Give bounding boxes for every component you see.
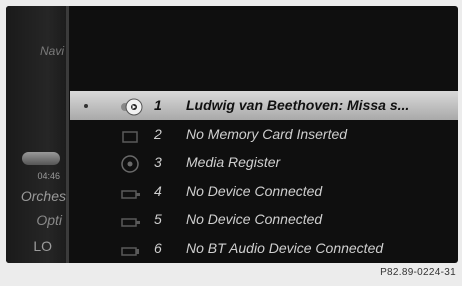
- media-source-number: 3: [154, 154, 162, 170]
- memory-card-icon: [120, 126, 140, 143]
- media-source-label: Media Register: [186, 154, 281, 170]
- sidebar-options-label[interactable]: Opti: [36, 212, 62, 228]
- media-source-number: 2: [154, 125, 162, 142]
- bluetooth-audio-icon: [120, 240, 140, 256]
- media-screen: Navi 04:46 Orches Opti LO 1 Ludwig van B…: [6, 6, 458, 263]
- media-source-label: No BT Audio Device Connected: [186, 239, 384, 256]
- sidebar-clock: 04:46: [37, 171, 60, 181]
- media-source-row-1[interactable]: 1 Ludwig van Beethoven: Missa s...: [70, 91, 458, 120]
- media-source-label: No Memory Card Inserted: [186, 125, 348, 142]
- media-source-row-6[interactable]: 6 No BT Audio Device Connected: [70, 234, 458, 263]
- media-source-label: No Device Connected: [186, 182, 323, 199]
- sidebar-navi-label[interactable]: Navi: [40, 44, 64, 58]
- sidebar-divider: [66, 6, 69, 263]
- media-register-icon: [120, 154, 140, 173]
- sidebar-orchestra-label[interactable]: Orches: [21, 188, 66, 204]
- usb-device-icon: [120, 183, 140, 199]
- media-source-row-3[interactable]: 3 Media Register: [70, 148, 458, 177]
- sidebar-indicator: [22, 152, 60, 165]
- figure-code: P82.89-0224-31: [380, 267, 456, 278]
- media-source-number: 1: [154, 97, 162, 113]
- media-source-row-5[interactable]: 5 No Device Connected: [70, 205, 458, 234]
- media-source-row-4[interactable]: 4 No Device Connected: [70, 177, 458, 206]
- media-source-number: 4: [154, 182, 162, 199]
- sidebar: Navi 04:46 Orches Opti LO: [6, 6, 66, 263]
- sidebar-lo-label[interactable]: LO: [33, 238, 52, 254]
- media-source-number: 5: [154, 211, 162, 227]
- media-source-label: Ludwig van Beethoven: Missa s...: [186, 97, 410, 113]
- media-source-row-2[interactable]: 2 No Memory Card Inserted: [70, 120, 458, 149]
- media-source-label: No Device Connected: [186, 211, 323, 227]
- media-source-number: 6: [154, 239, 162, 256]
- usb-device-icon: [120, 211, 140, 227]
- media-source-list: 1 Ludwig van Beethoven: Missa s... 2 No …: [70, 91, 458, 262]
- audio-disc-icon: [120, 97, 143, 116]
- selection-dot: [84, 104, 88, 108]
